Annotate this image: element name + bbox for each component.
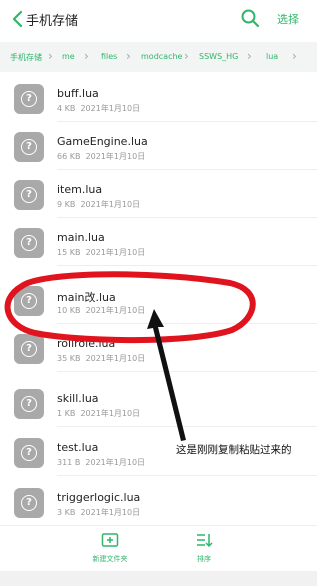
unknown-file-icon: ? [14,286,44,316]
file-name: skill.lua [57,392,99,405]
file-name: rollrole.lua [57,337,116,350]
annotation-text: 这是刚刚复制粘贴过来的 [176,442,292,457]
breadcrumb: 手机存储 › me › files › modcache › SSWS_HG ›… [0,42,317,72]
unknown-file-icon: ? [14,488,44,518]
new-folder-button[interactable]: 新建文件夹 [80,532,140,564]
file-name: buff.lua [57,87,99,100]
file-row[interactable]: ? skill.lua 1 KB 2021年1月10日 [0,379,317,427]
system-nav-bar [0,571,317,586]
unknown-file-icon: ? [14,438,44,468]
unknown-file-icon: ? [14,84,44,114]
breadcrumb-item[interactable]: lua [266,52,278,61]
chevron-right-icon: › [292,49,297,63]
file-meta: 15 KB 2021年1月10日 [57,248,146,257]
chevron-left-icon[interactable] [8,9,28,29]
file-meta: 311 B 2021年1月10日 [57,458,146,467]
unknown-file-icon: ? [14,389,44,419]
sort-button[interactable]: 排序 [174,532,234,564]
search-icon[interactable] [240,8,260,28]
page-title: 手机存储 [26,14,79,29]
file-row[interactable]: ? rollrole.lua 35 KB 2021年1月10日 [0,324,317,372]
file-meta: 3 KB 2021年1月10日 [57,508,141,517]
file-name: item.lua [57,183,103,196]
file-name: main.lua [57,231,105,244]
divider [57,265,317,266]
breadcrumb-item[interactable]: me [62,52,75,61]
breadcrumb-item[interactable]: 手机存储 [10,52,42,63]
chevron-right-icon: › [184,49,189,63]
file-name: GameEngine.lua [57,135,148,148]
top-bar: 手机存储 选择 [0,0,317,38]
unknown-file-icon: ? [14,334,44,364]
divider [57,371,317,372]
sort-icon [197,534,213,548]
divider [57,426,317,427]
file-meta: 35 KB 2021年1月10日 [57,354,146,363]
file-meta: 66 KB 2021年1月10日 [57,152,146,161]
file-name: triggerlogic.lua [57,491,141,504]
breadcrumb-item[interactable]: SSWS_HG [199,52,238,61]
file-row[interactable]: ? GameEngine.lua 66 KB 2021年1月10日 [0,122,317,170]
file-row[interactable]: ? main改.lua 10 KB 2021年1月10日 [0,276,317,324]
file-meta: 4 KB 2021年1月10日 [57,104,141,113]
file-row[interactable]: ? triggerlogic.lua 3 KB 2021年1月10日 [0,478,317,526]
chevron-right-icon: › [84,49,89,63]
file-meta: 10 KB 2021年1月10日 [57,306,146,315]
new-folder-label: 新建文件夹 [92,555,128,563]
breadcrumb-item[interactable]: files [101,52,117,61]
new-folder-icon [101,533,119,547]
unknown-file-icon: ? [14,228,44,258]
file-meta: 9 KB 2021年1月10日 [57,200,141,209]
chevron-right-icon: › [126,49,131,63]
unknown-file-icon: ? [14,180,44,210]
breadcrumb-item[interactable]: modcache [141,52,182,61]
chevron-right-icon: › [247,49,252,63]
file-row[interactable]: ? buff.lua 4 KB 2021年1月10日 [0,74,317,122]
file-row[interactable]: ? item.lua 9 KB 2021年1月10日 [0,170,317,218]
unknown-file-icon: ? [14,132,44,162]
file-row[interactable]: ? main.lua 15 KB 2021年1月10日 [0,218,317,266]
bottom-toolbar: 新建文件夹 排序 [0,525,317,572]
file-name: test.lua [57,441,99,454]
file-meta: 1 KB 2021年1月10日 [57,409,141,418]
sort-label: 排序 [197,555,211,563]
divider [57,475,317,476]
chevron-right-icon: › [48,49,53,63]
file-name: main改.lua [57,291,116,304]
select-button[interactable]: 选择 [277,11,299,27]
